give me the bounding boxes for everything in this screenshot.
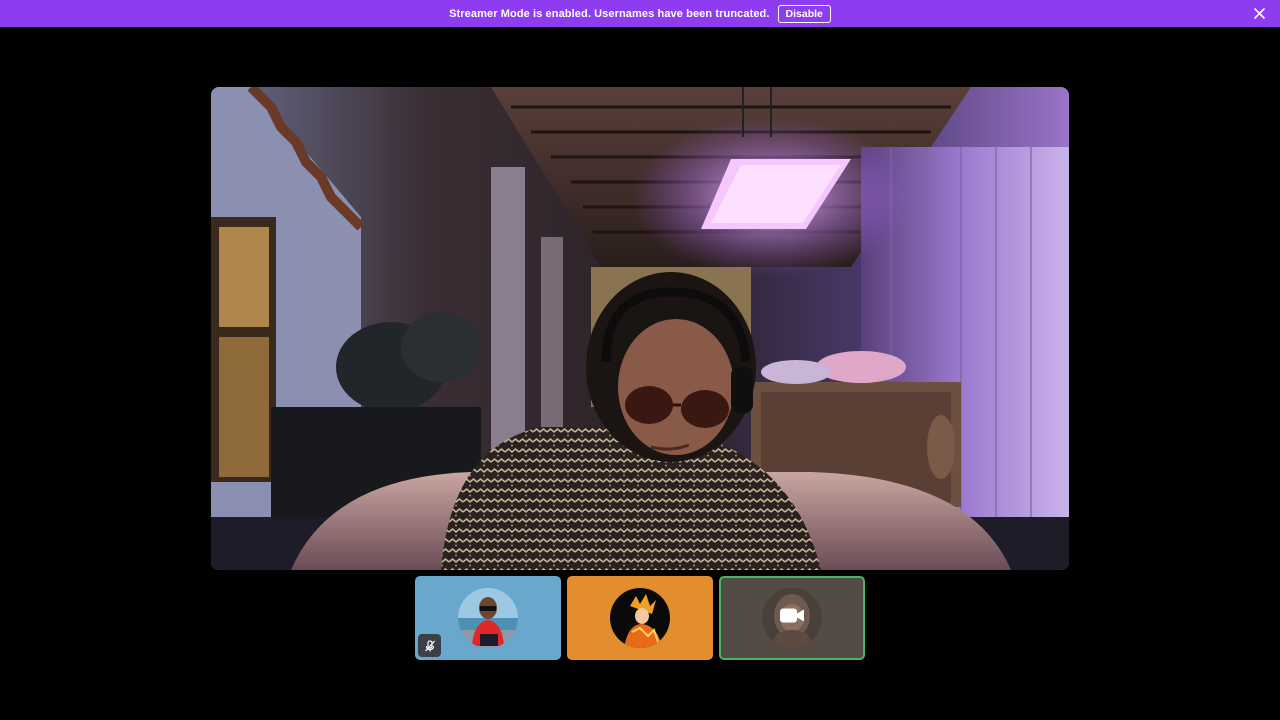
streamer-mode-message: Streamer Mode is enabled. Usernames have… bbox=[449, 7, 770, 20]
disable-streamer-mode-button[interactable]: Disable bbox=[777, 4, 831, 23]
main-video-feed[interactable] bbox=[211, 87, 1069, 570]
close-icon[interactable] bbox=[1251, 5, 1268, 22]
participant-tile[interactable] bbox=[415, 576, 561, 660]
video-frame bbox=[211, 87, 1069, 570]
participant-tile[interactable] bbox=[567, 576, 713, 660]
microphone-muted-icon bbox=[418, 634, 441, 657]
avatar bbox=[610, 588, 670, 648]
streamer-mode-banner: Streamer Mode is enabled. Usernames have… bbox=[0, 0, 1280, 27]
avatar bbox=[458, 588, 518, 648]
video-camera-icon bbox=[779, 607, 805, 630]
participant-tile-self[interactable] bbox=[719, 576, 865, 660]
